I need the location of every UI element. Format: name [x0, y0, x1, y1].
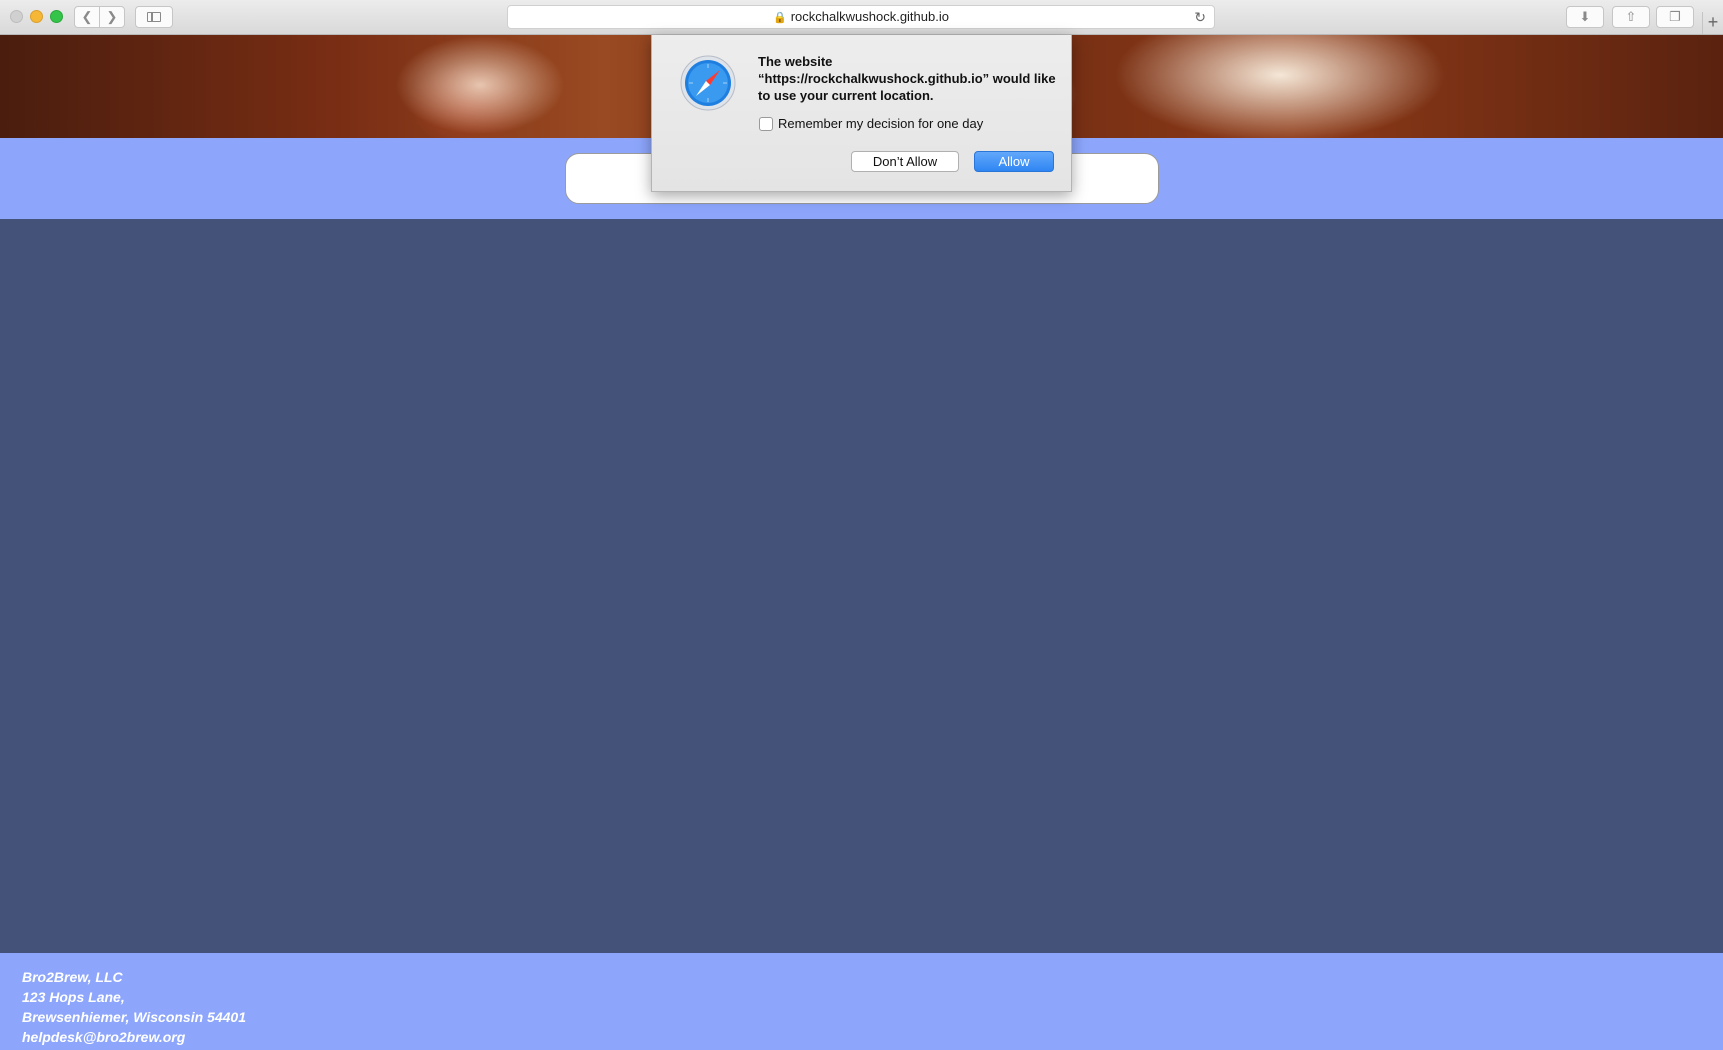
forward-button[interactable]: ❯: [99, 6, 125, 28]
chevron-left-icon: ❮: [81, 9, 93, 24]
location-permission-dialog: The website “https://rockchalkwushock.gi…: [651, 35, 1072, 192]
chevron-right-icon: ❯: [106, 9, 118, 24]
downloads-button[interactable]: ⬇: [1566, 6, 1604, 28]
reload-icon[interactable]: ↻: [1194, 6, 1206, 28]
download-icon: ⬇: [1579, 9, 1591, 24]
sidebar-button[interactable]: [135, 6, 173, 28]
footer-company: Bro2Brew, LLC: [22, 969, 123, 985]
lock-icon: 🔒: [773, 12, 787, 24]
remember-decision-checkbox[interactable]: Remember my decision for one day: [759, 116, 983, 132]
footer-email[interactable]: helpdesk@bro2brew.org: [22, 1027, 1723, 1047]
safari-compass-icon: [680, 55, 736, 111]
window-zoom-button[interactable]: [50, 10, 63, 23]
footer-street: 123 Hops Lane,: [22, 989, 125, 1005]
tabs-icon: ❐: [1669, 9, 1681, 24]
dialog-message: The website “https://rockchalkwushock.gi…: [758, 54, 1056, 103]
browser-toolbar: ❮ ❯ 🔒 rockchalkwushock.github.io ↻ ⬇ ⇧ ❐ …: [0, 0, 1723, 35]
main-content-area: [0, 219, 1723, 953]
allow-button[interactable]: Allow: [974, 151, 1054, 172]
sidebar-icon: [147, 12, 161, 22]
footer-city: Brewsenhiemer, Wisconsin 54401: [22, 1009, 246, 1025]
dont-allow-button[interactable]: Don’t Allow: [851, 151, 959, 172]
window-close-button[interactable]: [10, 10, 23, 23]
show-tabs-button[interactable]: ❐: [1656, 6, 1694, 28]
remember-label: Remember my decision for one day: [778, 116, 984, 131]
address-bar[interactable]: 🔒 rockchalkwushock.github.io ↻: [507, 5, 1215, 29]
address-text: rockchalkwushock.github.io: [790, 9, 949, 24]
checkbox-box[interactable]: [759, 117, 773, 131]
share-button[interactable]: ⇧: [1612, 6, 1650, 28]
back-button[interactable]: ❮: [74, 6, 100, 28]
footer: Bro2Brew, LLC 123 Hops Lane, Brewsenhiem…: [0, 953, 1723, 1050]
new-tab-button[interactable]: +: [1702, 12, 1723, 34]
share-icon: ⇧: [1625, 9, 1637, 24]
window-minimize-button[interactable]: [30, 10, 43, 23]
plus-icon: +: [1707, 12, 1719, 32]
